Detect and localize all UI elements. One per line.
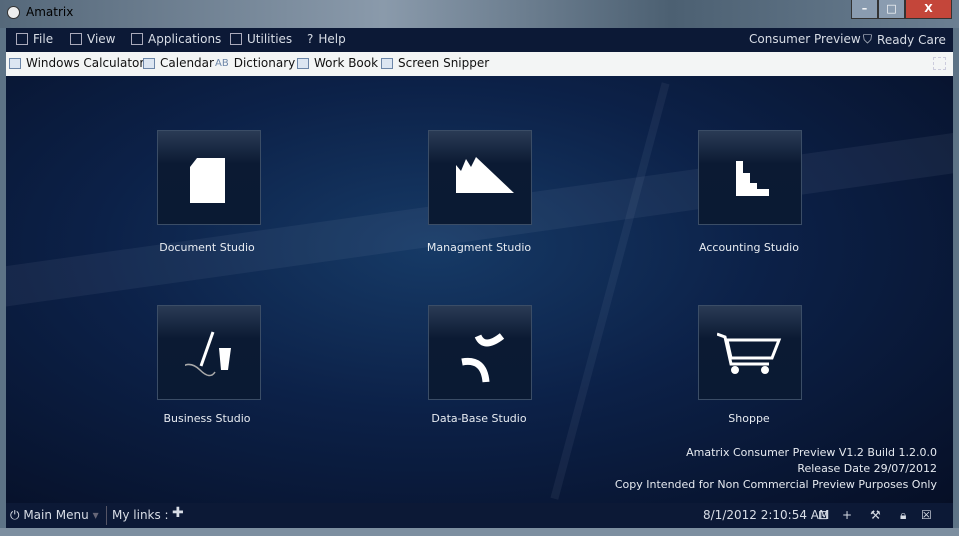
lock-icon[interactable]: 🔒︎ xyxy=(900,508,906,523)
accounting-studio-label: Accounting Studio xyxy=(699,241,799,254)
quick-toolbar: Windows Calculator Calendar AB Dictionary… xyxy=(6,52,953,76)
toolbar-dictionary[interactable]: AB Dictionary xyxy=(215,56,295,70)
clock: 8/1/2012 2:10:54 AM xyxy=(703,508,830,522)
fullscreen-icon[interactable] xyxy=(933,57,946,70)
menu-applications[interactable]: Applications xyxy=(131,32,221,46)
add-link-button[interactable]: ✚ xyxy=(172,505,184,521)
managment-studio-tile[interactable] xyxy=(428,130,532,225)
close-button[interactable]: X xyxy=(905,0,952,19)
license-notice: Copy Intended for Non Commercial Preview… xyxy=(614,478,937,491)
add-icon[interactable]: + xyxy=(842,508,852,522)
managment-studio-label: Managment Studio xyxy=(426,241,532,254)
data-base-studio-label: Data-Base Studio xyxy=(431,412,527,425)
stairs-icon xyxy=(736,161,769,196)
database-icon xyxy=(461,333,505,383)
app-dashboard: Document Studio Managment Studio Account… xyxy=(6,76,953,503)
menu-label: File xyxy=(33,32,54,46)
toolbar-label: Work Book xyxy=(314,56,379,70)
desktop-icon[interactable]: ⊡ xyxy=(818,508,828,522)
pen-cup-icon xyxy=(185,331,231,377)
menu-bar: File View Applications Utilities ? Help C… xyxy=(6,28,953,52)
book-icon xyxy=(297,57,309,69)
applications-icon xyxy=(131,33,143,45)
release-date: Release Date 29/07/2012 xyxy=(797,462,937,475)
calendar-icon xyxy=(143,57,155,69)
document-studio-tile[interactable] xyxy=(157,130,261,225)
divider xyxy=(106,506,107,525)
shopping-cart-icon xyxy=(717,332,782,374)
window-title: Amatrix xyxy=(26,5,74,19)
my-links-label: My links : xyxy=(112,508,169,522)
toolbar-label: Calendar xyxy=(160,56,214,70)
app-logo-icon xyxy=(7,6,20,19)
shoppe-label: Shoppe xyxy=(728,412,770,425)
window-border xyxy=(0,528,959,536)
power-icon: ⏻ xyxy=(10,508,20,522)
bar-chart-icon xyxy=(230,33,242,45)
ready-care-link[interactable]: ⛉ Ready Care xyxy=(863,32,946,47)
consumer-preview-link[interactable]: Consumer Preview xyxy=(749,32,861,46)
toolbar-screen-snipper[interactable]: Screen Snipper xyxy=(381,56,489,70)
menu-label: Help xyxy=(318,32,346,46)
menu-label: Applications xyxy=(148,32,222,46)
business-studio-label: Business Studio xyxy=(163,412,251,425)
menu-label: Consumer Preview xyxy=(749,32,861,46)
file-icon xyxy=(16,33,28,45)
status-bar: ⏻ Main Menu ▾ My links : ✚ 8/1/2012 2:10… xyxy=(6,503,953,528)
toolbar-work-book[interactable]: Work Book xyxy=(297,56,378,70)
toolbar-label: Screen Snipper xyxy=(398,56,490,70)
tools-icon[interactable]: ⚒ xyxy=(870,508,881,522)
menu-label: Utilities xyxy=(247,32,293,46)
menu-label: Ready Care xyxy=(877,32,946,47)
menu-view[interactable]: View xyxy=(70,32,115,46)
menu-utilities[interactable]: Utilities xyxy=(230,32,292,46)
dictionary-icon: AB xyxy=(215,57,229,69)
shield-icon: ⛉ xyxy=(863,32,873,46)
data-base-studio-tile[interactable] xyxy=(428,305,532,400)
menu-file[interactable]: File xyxy=(16,32,53,46)
toolbar-calendar[interactable]: Calendar xyxy=(143,56,214,70)
toolbar-windows-calculator[interactable]: Windows Calculator xyxy=(9,56,144,70)
menu-label: View xyxy=(87,32,116,46)
exit-icon[interactable]: ☒ xyxy=(921,508,932,522)
accounting-studio-tile[interactable] xyxy=(698,130,802,225)
version-info: Amatrix Consumer Preview V1.2 Build 1.2.… xyxy=(686,446,937,459)
main-menu-label: Main Menu xyxy=(23,508,89,522)
maximize-button[interactable]: □ xyxy=(878,0,905,19)
main-menu-button[interactable]: ⏻ Main Menu ▾ xyxy=(10,508,99,523)
screen-icon xyxy=(381,57,393,69)
calculator-icon xyxy=(9,57,21,69)
factory-icon xyxy=(456,157,514,193)
title-bar: Amatrix – □ X xyxy=(0,0,959,28)
minimize-button[interactable]: – xyxy=(851,0,878,19)
monitor-icon xyxy=(70,33,82,45)
business-studio-tile[interactable] xyxy=(157,305,261,400)
document-studio-label: Document Studio xyxy=(159,241,255,254)
toolbar-label: Dictionary xyxy=(233,56,296,70)
document-icon xyxy=(190,158,225,203)
menu-help[interactable]: ? Help xyxy=(307,32,346,46)
shoppe-tile[interactable] xyxy=(698,305,802,400)
question-icon: ? xyxy=(307,32,314,46)
toolbar-label: Windows Calculator xyxy=(26,56,145,70)
